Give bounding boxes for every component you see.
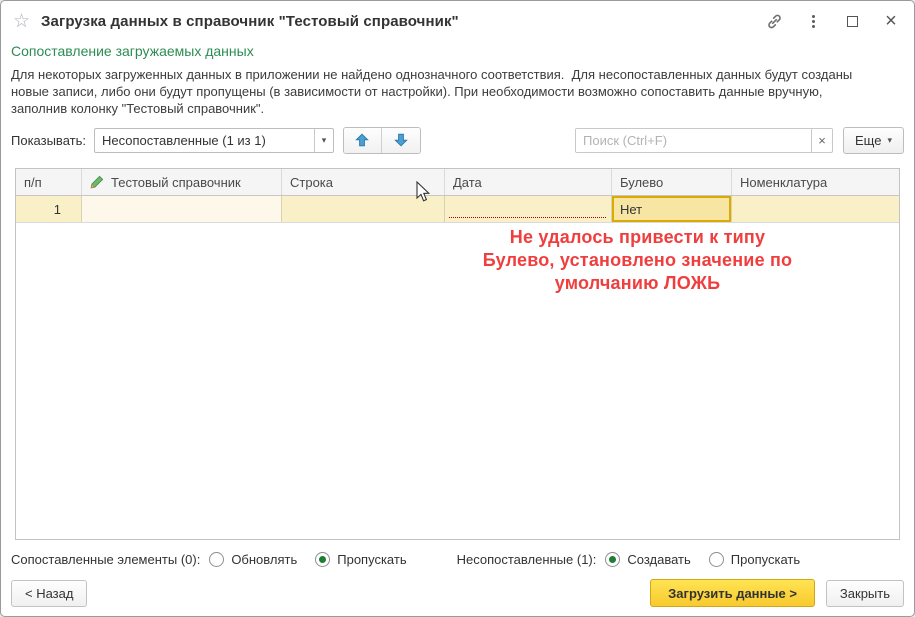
footer-buttons: < Назад Загрузить данные > Закрыть bbox=[11, 579, 904, 607]
error-annotation-line: Не удалось привести к типу bbox=[196, 226, 915, 249]
radio-label: Пропускать bbox=[337, 552, 406, 567]
dialog-window: ☆ Загрузка данных в справочник "Тестовый… bbox=[0, 0, 915, 617]
cell-catalog[interactable] bbox=[82, 196, 282, 222]
move-up-button[interactable] bbox=[344, 128, 382, 153]
search-area: × Еще ▾ bbox=[575, 127, 904, 154]
column-header-nomenclature[interactable]: Номенклатура bbox=[732, 169, 899, 195]
unmatched-options-label: Несопоставленные (1): bbox=[457, 552, 597, 567]
radio-label: Пропускать bbox=[731, 552, 800, 567]
radio-matched-skip[interactable]: Пропускать bbox=[315, 552, 406, 567]
chevron-down-icon[interactable]: ▾ bbox=[314, 129, 333, 152]
move-buttons bbox=[343, 127, 421, 154]
table-row[interactable]: 1 Нет bbox=[16, 196, 899, 223]
radio-label: Создавать bbox=[627, 552, 690, 567]
arrow-up-icon bbox=[355, 133, 369, 147]
close-button[interactable]: Закрыть bbox=[826, 580, 904, 607]
cell-date[interactable] bbox=[445, 196, 612, 222]
radio-circle[interactable] bbox=[709, 552, 724, 567]
filter-dropdown[interactable]: Несопоставленные (1 из 1) ▾ bbox=[94, 128, 334, 153]
show-filter-label: Показывать: bbox=[11, 133, 86, 148]
column-header-catalog[interactable]: Тестовый справочник bbox=[82, 169, 282, 195]
options-row: Сопоставленные элементы (0): Обновлять П… bbox=[11, 548, 904, 570]
radio-circle[interactable] bbox=[605, 552, 620, 567]
more-button[interactable]: Еще ▾ bbox=[843, 127, 904, 154]
favorite-star-icon[interactable]: ☆ bbox=[13, 12, 30, 31]
mapping-table: п/п Тестовый справочник Строка Дата Буле… bbox=[15, 168, 900, 540]
filter-dropdown-value: Несопоставленные (1 из 1) bbox=[95, 129, 314, 152]
cell-boolean-selected[interactable]: Нет bbox=[612, 196, 732, 222]
error-underline bbox=[449, 217, 606, 218]
table-header-row: п/п Тестовый справочник Строка Дата Буле… bbox=[16, 169, 899, 196]
error-annotation: Не удалось привести к типу Булево, устан… bbox=[196, 226, 915, 295]
title-bar-actions: × bbox=[765, 12, 900, 30]
link-icon[interactable] bbox=[765, 12, 783, 30]
column-header-date[interactable]: Дата bbox=[445, 169, 612, 195]
mouse-cursor-icon bbox=[416, 181, 432, 208]
matched-options-label: Сопоставленные элементы (0): bbox=[11, 552, 200, 567]
more-button-label: Еще bbox=[855, 133, 881, 148]
radio-unmatched-create[interactable]: Создавать bbox=[605, 552, 690, 567]
chevron-down-icon: ▾ bbox=[887, 135, 892, 146]
selected-cell-frame[interactable]: Нет bbox=[612, 196, 731, 222]
column-header-num[interactable]: п/п bbox=[16, 169, 82, 195]
search-input[interactable] bbox=[576, 129, 811, 152]
radio-circle[interactable] bbox=[209, 552, 224, 567]
back-button[interactable]: < Назад bbox=[11, 580, 87, 607]
maximize-icon[interactable] bbox=[843, 12, 861, 30]
search-field-wrap: × bbox=[575, 128, 833, 153]
close-icon[interactable]: × bbox=[882, 12, 900, 30]
move-down-button[interactable] bbox=[382, 128, 420, 153]
clear-search-icon[interactable]: × bbox=[811, 129, 832, 152]
radio-circle[interactable] bbox=[315, 552, 330, 567]
description-text: Для некоторых загруженных данных в прило… bbox=[11, 66, 879, 117]
pencil-icon bbox=[90, 175, 104, 189]
column-header-boolean[interactable]: Булево bbox=[612, 169, 732, 195]
error-annotation-line: умолчанию ЛОЖЬ bbox=[196, 272, 915, 295]
page-title: Сопоставление загружаемых данных bbox=[11, 43, 914, 59]
radio-matched-update[interactable]: Обновлять bbox=[209, 552, 297, 567]
radio-unmatched-skip[interactable]: Пропускать bbox=[709, 552, 800, 567]
load-data-button[interactable]: Загрузить данные > bbox=[650, 579, 815, 607]
error-annotation-line: Булево, установлено значение по bbox=[196, 249, 915, 272]
arrow-down-icon bbox=[394, 133, 408, 147]
radio-label: Обновлять bbox=[231, 552, 297, 567]
cell-nomenclature[interactable] bbox=[732, 196, 899, 222]
toolbar: Показывать: Несопоставленные (1 из 1) ▾ … bbox=[11, 126, 904, 154]
kebab-menu-icon[interactable] bbox=[804, 12, 822, 30]
title-bar: ☆ Загрузка данных в справочник "Тестовый… bbox=[1, 1, 914, 41]
cell-row-number[interactable]: 1 bbox=[16, 196, 82, 222]
window-title: Загрузка данных в справочник "Тестовый с… bbox=[41, 13, 459, 30]
